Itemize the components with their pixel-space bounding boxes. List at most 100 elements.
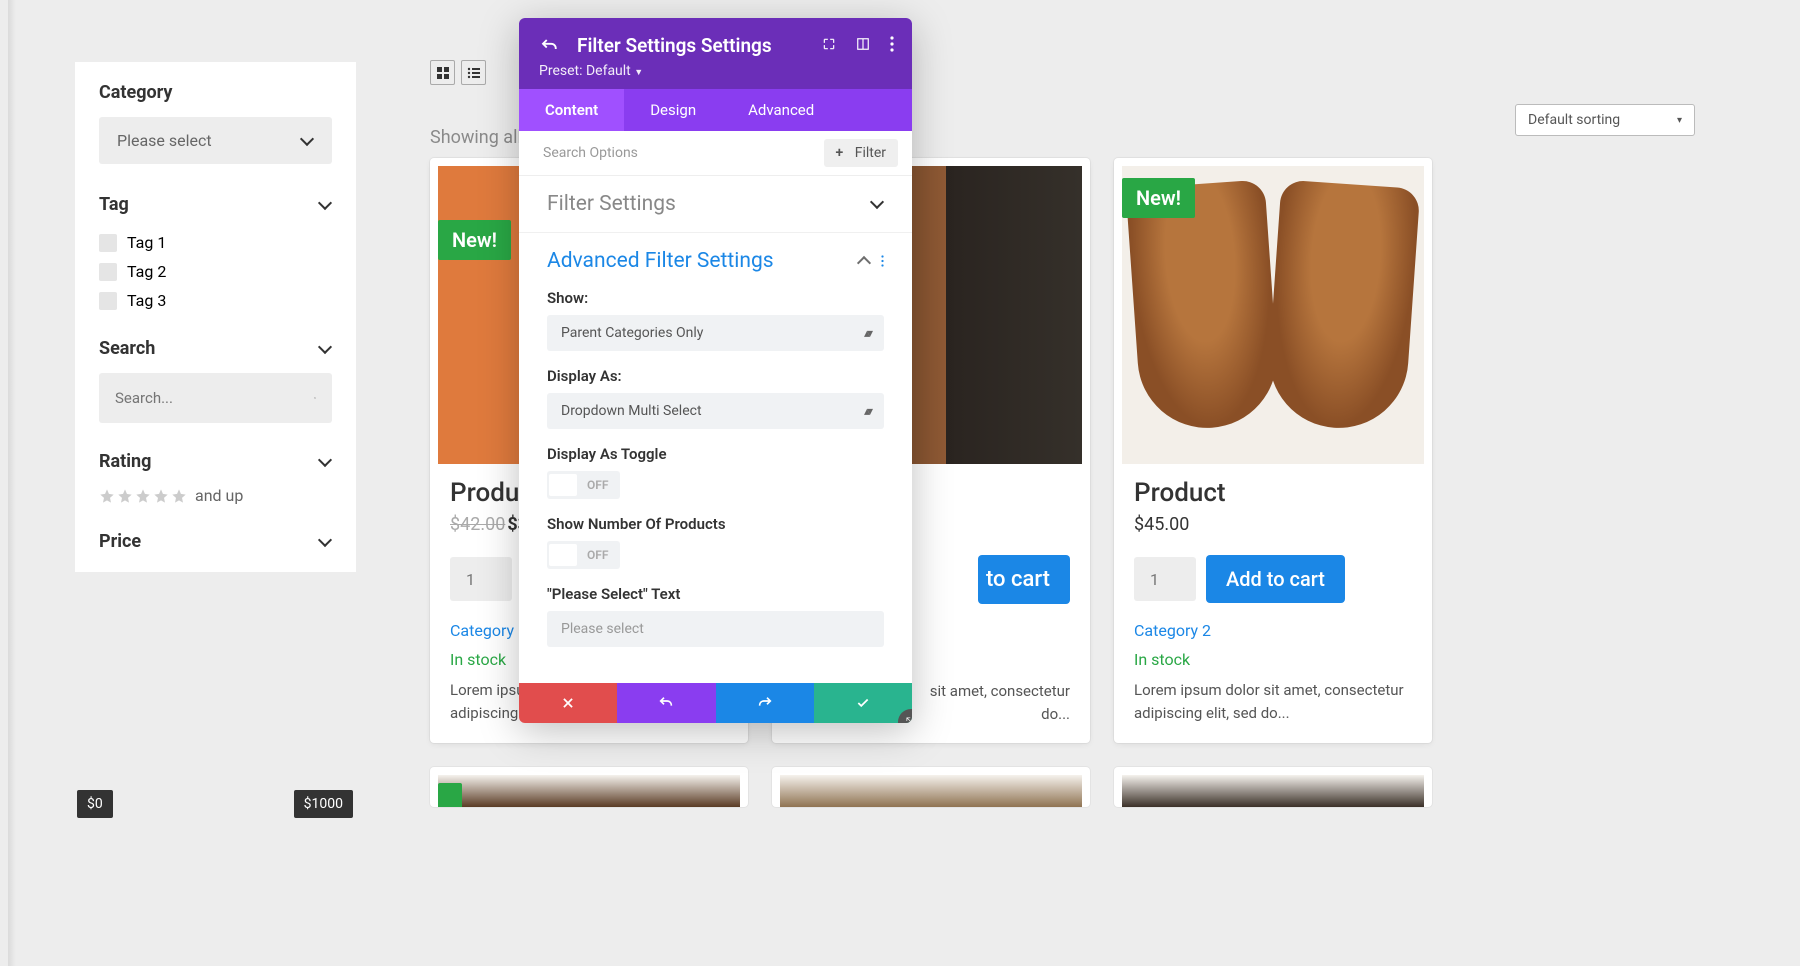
rating-filter[interactable]: and up	[99, 486, 332, 505]
rating-title: Rating	[99, 451, 151, 472]
qty-input[interactable]: 1	[1134, 557, 1196, 601]
modal-tabs: Content Design Advanced	[519, 89, 912, 131]
modal-header: Filter Settings Settings Preset: Default…	[519, 18, 912, 89]
product-price: $45.00	[1134, 514, 1412, 535]
options-search-row: Search Options + Filter	[519, 131, 912, 176]
star-icon	[117, 488, 133, 504]
product-stock: In stock	[1134, 650, 1412, 669]
kebab-icon[interactable]	[881, 254, 884, 268]
product-card: New! Product $45.00 1 Add to cart Catego…	[1114, 158, 1432, 743]
toggle-knob	[549, 474, 577, 496]
price-max-chip[interactable]: $1000	[294, 790, 353, 818]
new-badge: New!	[1122, 178, 1195, 218]
product-card-stub	[772, 767, 1090, 807]
show-value: Parent Categories Only	[561, 325, 703, 341]
search-title: Search	[99, 338, 155, 359]
price-min-chip[interactable]: $0	[77, 790, 113, 818]
new-badge	[438, 783, 462, 807]
product-desc: Lorem ipsum dolor sit amet, consectetura…	[1134, 679, 1412, 724]
qty-input[interactable]: 1	[450, 557, 512, 601]
panel-icon[interactable]	[856, 37, 870, 51]
product-image	[1122, 775, 1424, 807]
tag-item[interactable]: Tag 1	[99, 233, 332, 252]
tab-advanced[interactable]: Advanced	[722, 89, 840, 131]
tag-item[interactable]: Tag 2	[99, 262, 332, 281]
show-select[interactable]: Parent Categories Only▴▾	[547, 315, 884, 351]
section-title: Advanced Filter Settings	[547, 249, 774, 273]
tag-label: Tag 1	[127, 233, 166, 252]
tag-label: Tag 2	[127, 262, 166, 281]
modal-title: Filter Settings Settings	[577, 34, 772, 57]
toggle-off-text: OFF	[577, 478, 618, 492]
chevron-down-icon	[318, 455, 332, 469]
product-image	[780, 775, 1082, 807]
display-as-toggle[interactable]: OFF	[547, 471, 620, 499]
undo-button[interactable]	[617, 683, 715, 723]
product-card-stub	[430, 767, 748, 807]
search-options-input[interactable]: Search Options	[533, 139, 648, 167]
product-image	[438, 775, 740, 807]
add-filter-button[interactable]: + Filter	[824, 139, 898, 167]
search-input[interactable]	[115, 389, 314, 407]
search-section-toggle[interactable]: Search	[99, 338, 332, 359]
category-title: Category	[99, 82, 332, 103]
chevron-down-icon	[318, 342, 332, 356]
advanced-filter-section-header[interactable]: Advanced Filter Settings	[519, 233, 912, 279]
price-section-toggle[interactable]: Price	[99, 531, 332, 552]
redo-button[interactable]	[716, 683, 814, 723]
settings-modal: Filter Settings Settings Preset: Default…	[519, 18, 912, 723]
star-icon	[153, 488, 169, 504]
checkbox[interactable]	[99, 234, 117, 252]
old-price: $42.00	[450, 514, 505, 535]
display-as-select[interactable]: Dropdown Multi Select▴▾	[547, 393, 884, 429]
sort-label: Default sorting	[1528, 112, 1620, 128]
tab-content[interactable]: Content	[519, 89, 624, 131]
category-select[interactable]: Please select	[99, 117, 332, 164]
grid-view-button[interactable]	[430, 60, 455, 85]
toggle-off-text: OFF	[577, 548, 618, 562]
sort-select[interactable]: Default sorting ▾	[1515, 104, 1695, 136]
display-as-toggle-label: Display As Toggle	[547, 445, 884, 463]
checkbox[interactable]	[99, 263, 117, 281]
show-num-toggle[interactable]: OFF	[547, 541, 620, 569]
stars	[99, 488, 187, 504]
search-icon[interactable]	[314, 387, 316, 409]
price-title: Price	[99, 531, 141, 552]
category-placeholder: Please select	[117, 131, 212, 150]
confirm-button[interactable]	[814, 683, 912, 723]
modal-footer	[519, 683, 912, 723]
list-view-button[interactable]	[461, 60, 486, 85]
toggle-knob	[549, 544, 577, 566]
preset-selector[interactable]: Preset: Default ▼	[539, 63, 892, 79]
tag-title: Tag	[99, 194, 129, 215]
display-as-label: Display As:	[547, 367, 884, 385]
rating-section-toggle[interactable]: Rating	[99, 451, 332, 472]
add-to-cart-button[interactable]: to cart	[978, 555, 1070, 604]
filter-settings-section[interactable]: Filter Settings	[519, 176, 912, 233]
please-select-label: "Please Select" Text	[547, 585, 884, 603]
back-icon[interactable]	[539, 37, 559, 55]
new-badge: New!	[438, 220, 511, 260]
star-icon	[171, 488, 187, 504]
kebab-icon[interactable]	[890, 36, 894, 52]
product-category[interactable]: Category 2	[1134, 621, 1412, 640]
add-to-cart-button[interactable]: Add to cart	[1206, 555, 1345, 603]
tag-item[interactable]: Tag 3	[99, 291, 332, 310]
filters-sidebar: Category Please select Tag Tag 1 Tag 2 T…	[75, 62, 356, 572]
chevron-up-icon	[857, 254, 871, 268]
tag-label: Tag 3	[127, 291, 166, 310]
tag-section-toggle[interactable]: Tag	[99, 194, 332, 215]
cancel-button[interactable]	[519, 683, 617, 723]
please-select-input[interactable]	[547, 611, 884, 647]
section-title: Filter Settings	[547, 192, 676, 216]
star-icon	[99, 488, 115, 504]
product-title[interactable]: Product	[1134, 478, 1412, 508]
tab-design[interactable]: Design	[624, 89, 722, 131]
chevron-down-icon	[870, 197, 884, 211]
expand-icon[interactable]	[822, 37, 836, 51]
checkbox[interactable]	[99, 292, 117, 310]
chevron-down-icon	[300, 134, 314, 148]
star-icon	[135, 488, 151, 504]
show-num-label: Show Number Of Products	[547, 515, 884, 533]
product-card-stub	[1114, 767, 1432, 807]
